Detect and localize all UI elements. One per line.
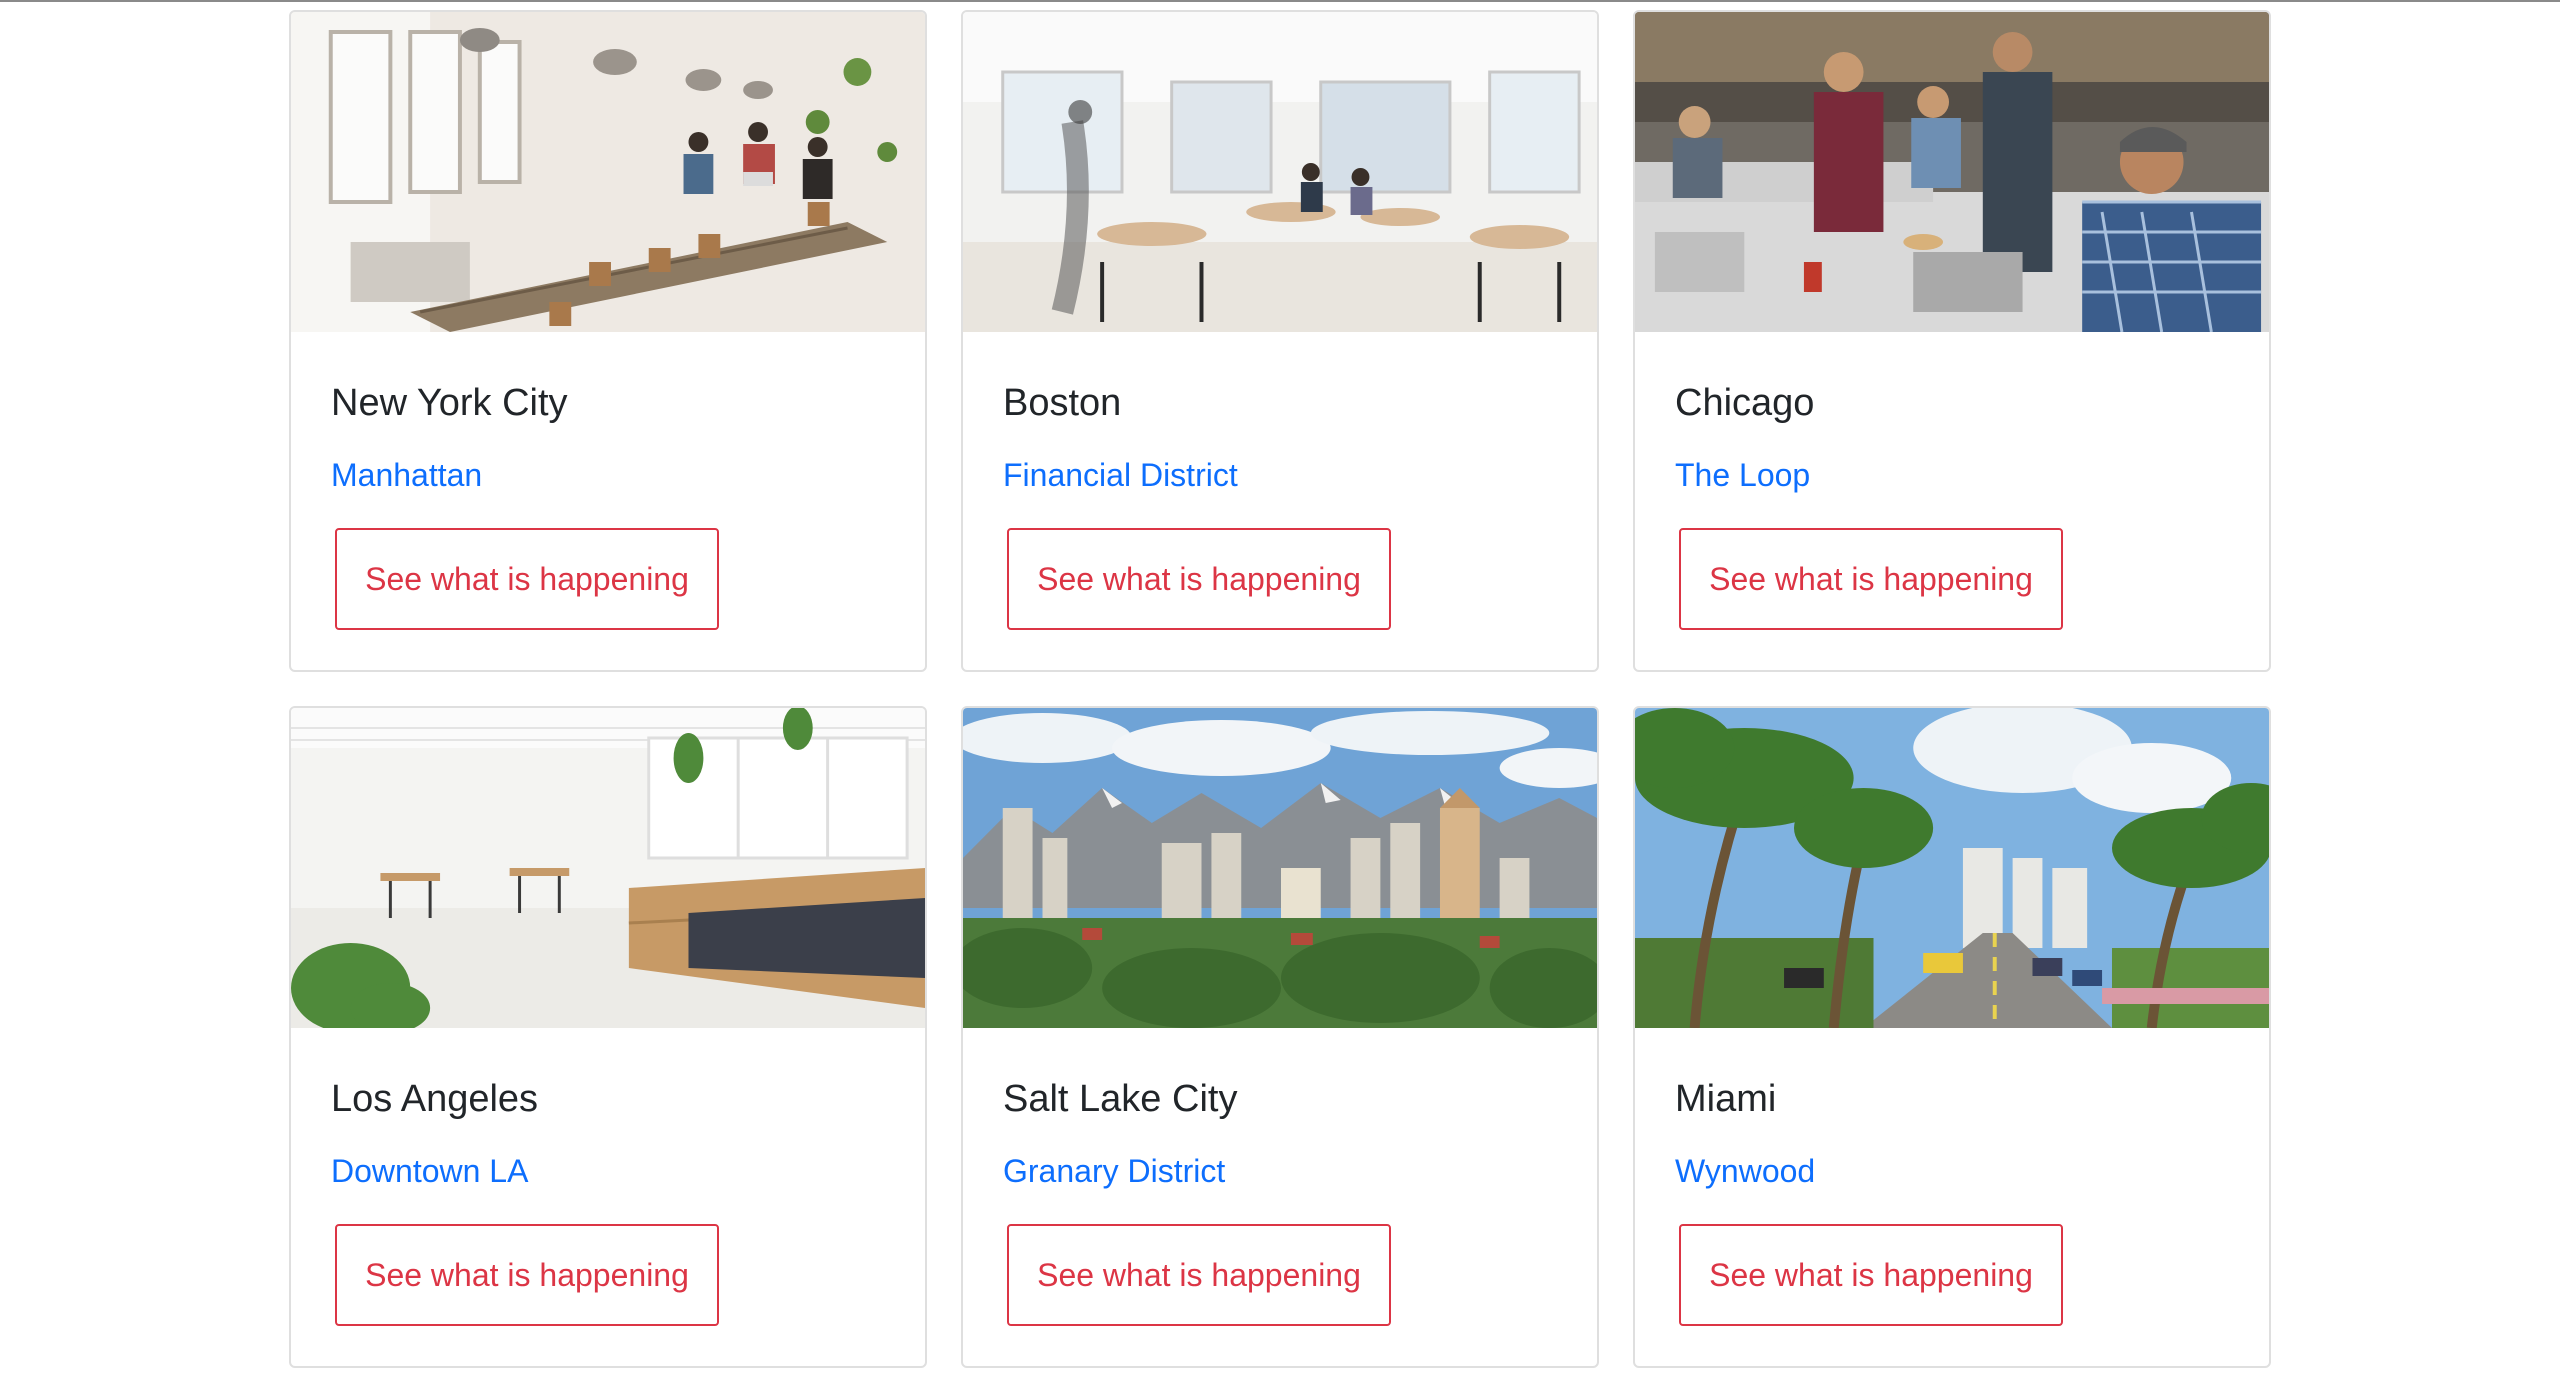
see-what-is-happening-button[interactable]: See what is happening [1007,1224,1391,1326]
location-card-los-angeles: Los Angeles Downtown LA See what is happ… [289,706,927,1368]
location-card-chicago: Chicago The Loop See what is happening [1633,10,2271,672]
see-what-is-happening-button[interactable]: See what is happening [1679,1224,2063,1326]
location-card-miami: Miami Wynwood See what is happening [1633,706,2271,1368]
see-what-is-happening-button[interactable]: See what is happening [335,528,719,630]
palm-tree-street-photo [1635,708,2269,1028]
location-card-new-york: New York City Manhattan See what is happ… [289,10,927,672]
location-card-salt-lake-city: Salt Lake City Granary District See what… [961,706,1599,1368]
see-what-is-happening-button[interactable]: See what is happening [1007,528,1391,630]
card-title: Los Angeles [331,1078,539,1120]
city-skyline-mountains-photo [963,708,1597,1028]
card-title: Boston [1003,382,1122,424]
see-what-is-happening-button[interactable]: See what is happening [335,1224,719,1326]
people-working-on-laptops-photo [1635,12,2269,332]
see-what-is-happening-button[interactable]: See what is happening [1679,528,2063,630]
card-title: Miami [1675,1078,1777,1120]
card-title: New York City [331,382,568,424]
bright-cafe-lounge-photo [963,12,1597,332]
white-loft-with-bench-photo [291,708,925,1028]
neighborhood-link[interactable]: Downtown LA [331,1155,528,1187]
neighborhood-link[interactable]: Financial District [1003,459,1238,491]
location-card-grid: New York City Manhattan See what is happ… [289,10,2271,1368]
card-title: Chicago [1675,382,1815,424]
neighborhood-link[interactable]: Manhattan [331,459,482,491]
neighborhood-link[interactable]: Wynwood [1675,1155,1815,1187]
neighborhood-link[interactable]: The Loop [1675,459,1810,491]
coworking-long-table-photo [291,12,925,332]
location-card-boston: Boston Financial District See what is ha… [961,10,1599,672]
card-title: Salt Lake City [1003,1078,1238,1120]
top-divider [0,0,2560,2]
neighborhood-link[interactable]: Granary District [1003,1155,1225,1187]
